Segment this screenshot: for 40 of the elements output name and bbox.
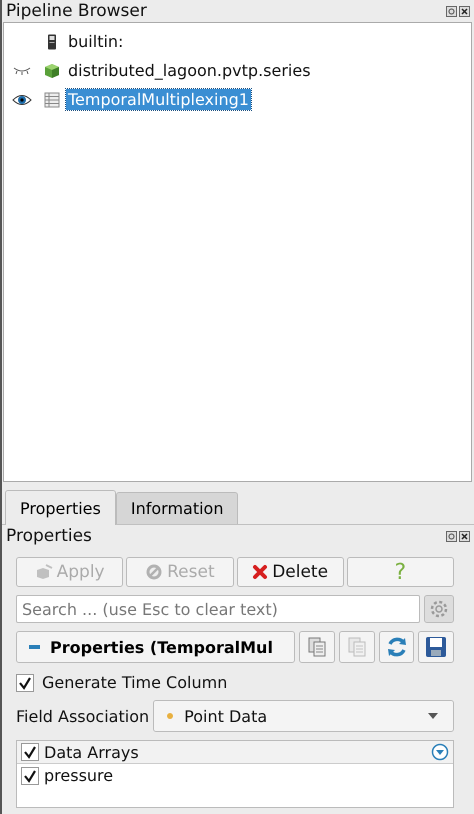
delete-icon bbox=[252, 564, 268, 580]
caret-icon bbox=[427, 712, 439, 720]
cube-icon bbox=[34, 564, 53, 580]
dropdown-icon[interactable] bbox=[431, 743, 449, 761]
documents-icon bbox=[307, 636, 328, 658]
pipeline-item[interactable]: distributed_lagoon.pvtp.series bbox=[66, 60, 313, 81]
pipeline-item[interactable]: builtin: bbox=[66, 31, 126, 52]
checkbox[interactable] bbox=[21, 743, 39, 761]
checkbox-label: Generate Time Column bbox=[42, 673, 228, 692]
field-label: Field Association bbox=[16, 706, 150, 726]
float-icon[interactable] bbox=[446, 530, 457, 542]
tab[interactable]: Properties bbox=[5, 490, 116, 525]
panel-title: Properties bbox=[6, 526, 92, 546]
close-icon[interactable] bbox=[459, 530, 470, 542]
checkbox[interactable] bbox=[16, 674, 34, 692]
save-icon bbox=[425, 636, 448, 658]
tab[interactable]: Information bbox=[116, 492, 238, 524]
delete-button[interactable]: Delete bbox=[236, 557, 344, 587]
settings-icon bbox=[428, 598, 450, 620]
documents-icon bbox=[346, 636, 367, 658]
no-entry-icon bbox=[145, 563, 164, 581]
save-button[interactable] bbox=[418, 631, 454, 663]
table-icon bbox=[44, 92, 60, 108]
close-icon[interactable] bbox=[459, 6, 470, 16]
eye-closed-icon[interactable] bbox=[12, 66, 32, 76]
checkbox[interactable] bbox=[21, 766, 39, 784]
field-association-dropdown[interactable]: Point Data bbox=[153, 700, 454, 732]
section-toggle[interactable]: Properties (TemporalMul bbox=[16, 631, 296, 663]
search-field[interactable]: Search ... (use Esc to clear text) bbox=[16, 595, 420, 623]
refresh-button[interactable] bbox=[378, 631, 414, 663]
pipeline-item[interactable]: TemporalMultiplexing1 bbox=[66, 89, 251, 110]
panel-title: Pipeline Browser bbox=[6, 1, 147, 21]
table-cell: pressure bbox=[44, 766, 114, 785]
column-header: Data Arrays bbox=[44, 742, 140, 762]
server-icon bbox=[47, 34, 57, 50]
eye-icon[interactable] bbox=[12, 92, 32, 106]
copy-button[interactable] bbox=[299, 631, 336, 663]
point-icon bbox=[166, 712, 174, 720]
cube-icon bbox=[44, 62, 60, 78]
float-icon[interactable] bbox=[446, 6, 457, 16]
